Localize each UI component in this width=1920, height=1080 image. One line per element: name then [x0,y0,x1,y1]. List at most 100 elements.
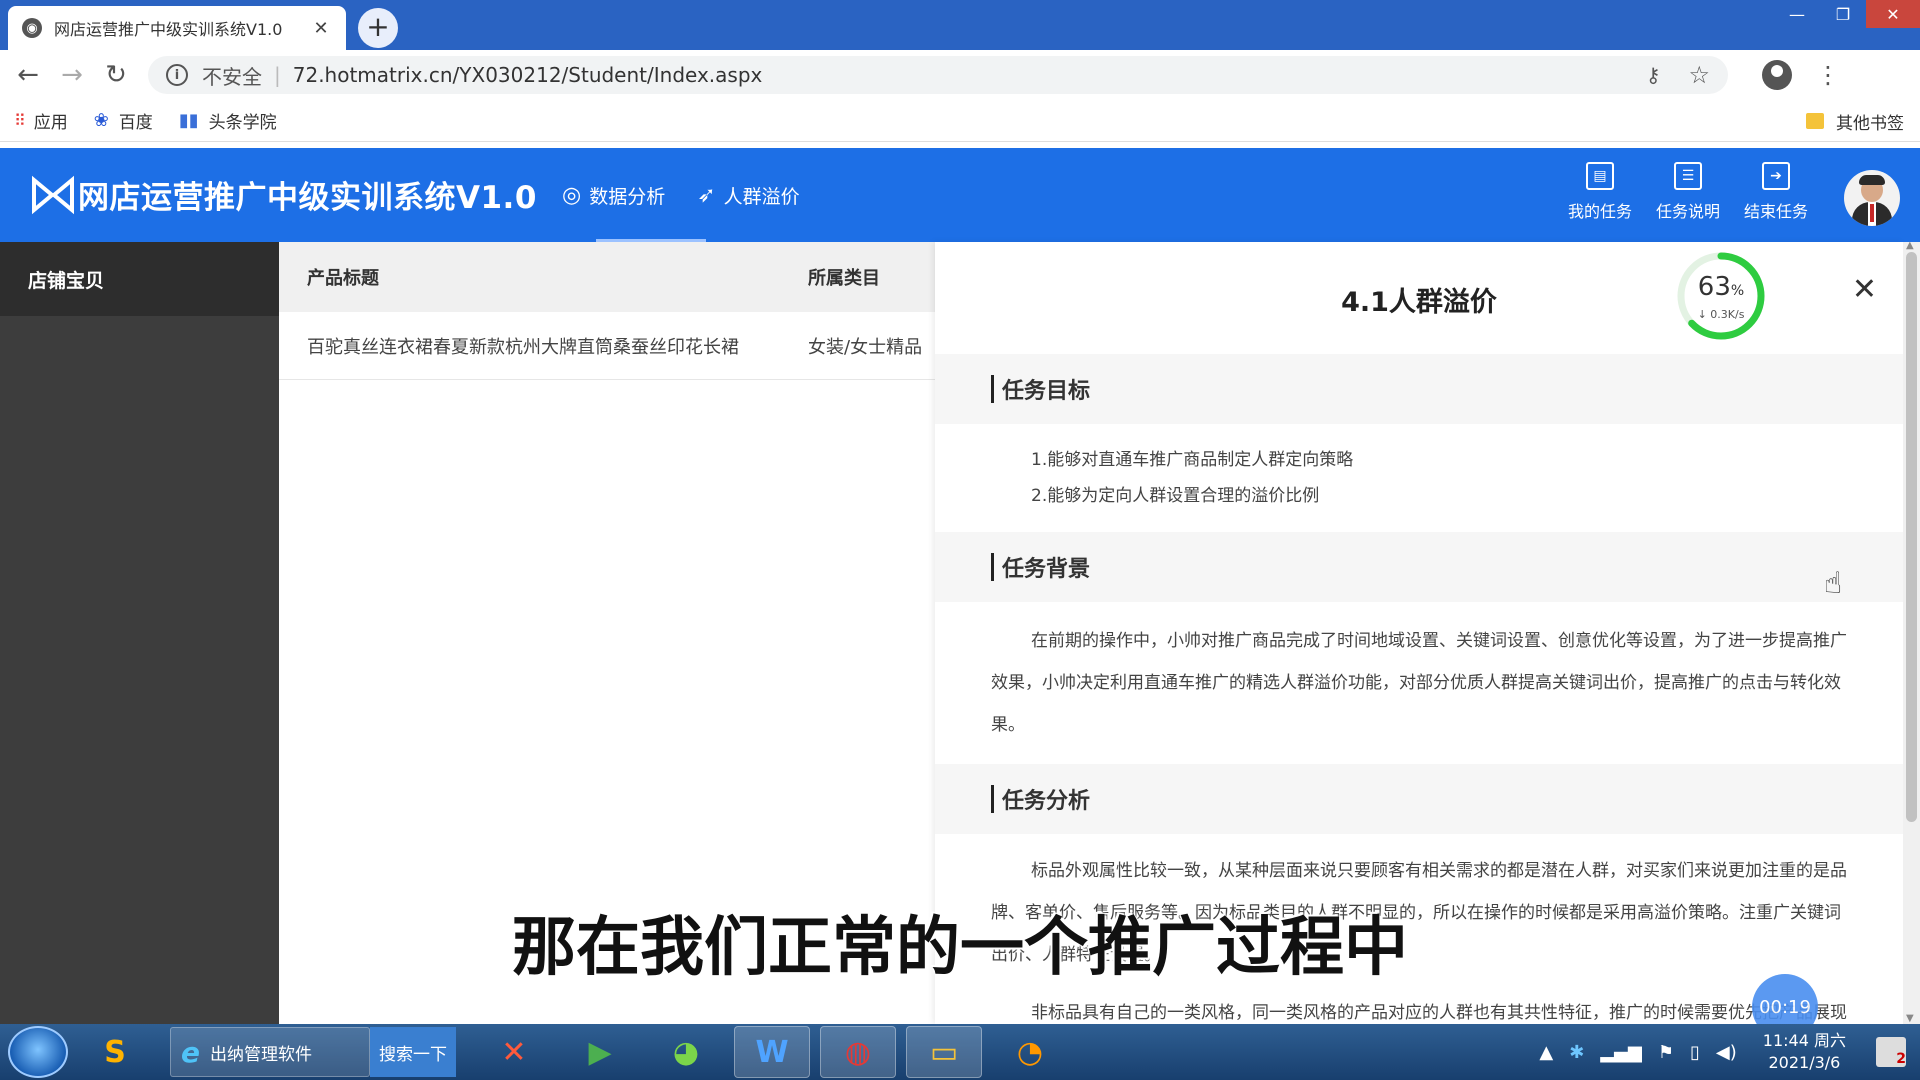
wps-app-icon[interactable]: ✕ [476,1026,552,1078]
nav-label: 人群溢价 [723,185,800,208]
bookmark-star-icon[interactable]: ☆ [1688,61,1710,89]
user-avatar[interactable] [1844,170,1900,226]
exit-icon: ➔ [1762,162,1790,190]
column-header-title: 产品标题 [307,268,379,289]
taskbar-ie-label: 出纳管理软件 [210,1044,312,1065]
minimize-icon[interactable]: — [1774,0,1820,28]
bookmark-label: 百度 [118,113,153,133]
progress-ring: 63% ↓ 0.3K/s [1675,250,1767,342]
network-speed: ↓ 0.3K/s [1697,308,1745,321]
scrollbar-thumb[interactable] [1906,252,1917,822]
other-bookmarks[interactable]: 其他书签 [1806,100,1904,142]
sogou-app-icon[interactable]: S [80,1026,150,1078]
taskbar-search-button[interactable]: 搜索一下 [370,1027,456,1077]
taskbar-apps: ✕ ▶ ◕ W ◍ ▭ ◔ [476,1026,1078,1078]
panel-close-icon[interactable]: ✕ [1852,272,1877,307]
header-actions: ▤ 我的任务 ☰ 任务说明 ➔ 结束任务 [1556,162,1820,222]
menu-kebab-icon[interactable]: ⋮ [1816,61,1840,89]
section-heading-label: 任务背景 [1002,557,1091,582]
back-icon[interactable]: ← [6,60,50,90]
sidebar-item-store-products[interactable]: 店铺宝贝 [0,242,279,316]
info-icon[interactable]: i [166,64,188,86]
bookmark-label: 头条学院 [208,113,277,133]
nav-data-analysis[interactable]: ◎ 数据分析 [546,148,707,242]
omnibox[interactable]: i 不安全 | 72.hotmatrix.cn/YX030212/Student… [148,56,1728,94]
wechat-icon[interactable]: ◕ [648,1026,724,1078]
bookmark-apps[interactable]: ⠿ 应用 [14,108,68,133]
account-icon[interactable] [1762,60,1792,90]
bookmark-baidu[interactable]: ❀ 百度 [94,108,153,133]
toutiao-bars-icon: ▮▮ [178,110,199,131]
section-heading-background: 任务背景 [935,532,1903,602]
action-center-flag-icon[interactable]: ⚑ [1658,1042,1674,1063]
battery-icon[interactable]: ▯ [1690,1042,1700,1063]
new-tab-button[interactable]: + [358,8,398,48]
scroll-down-icon[interactable]: ▼ [1906,1013,1914,1024]
clock-date: 2021/3/6 [1768,1053,1841,1072]
system-tray: ▲ ✱ ▂▄▆ ⚑ ▯ ◀) 11:44 周六 2021/3/6 2 [1539,1024,1920,1080]
browser-tab[interactable]: ◉ 网店运营推广中级实训系统V1.0 ✕ [8,6,346,50]
app-title: 网店运营推广中级实训系统V1.0 [78,180,537,216]
tray-expand-icon[interactable]: ▲ [1539,1042,1553,1063]
url-text[interactable]: 72.hotmatrix.cn/YX030212/Student/Index.a… [293,63,1630,87]
browser-tab-strip: ◉ 网店运营推广中级实训系统V1.0 ✕ + — ❐ ✕ [0,0,1920,50]
other-bookmarks-label: 其他书签 [1836,113,1904,134]
recorder-app-icon[interactable]: ◔ [992,1026,1068,1078]
section-heading-label: 任务目标 [1002,379,1091,404]
task-description-button[interactable]: ☰ 任务说明 [1644,162,1732,222]
taskbar-clock[interactable]: 11:44 周六 2021/3/6 [1763,1030,1846,1074]
taskbar-ie-item[interactable]: e 出纳管理软件 [170,1027,370,1077]
section-heading-label: 任务分析 [1002,789,1091,814]
hand-cursor-icon: ☝ [1824,566,1843,601]
bluetooth-icon[interactable]: ✱ [1569,1042,1584,1063]
goals-list: 1.能够对直通车推广商品制定人群定向策略 2.能够为定向人群设置合理的溢价比例 [935,424,1903,532]
taskbar: S e 出纳管理软件 搜索一下 ✕ ▶ ◕ W ◍ ▭ ◔ ▲ ✱ ▂▄▆ ⚑ … [0,1024,1920,1080]
video-subtitle: 那在我们正常的一个推广过程中 [512,911,1408,985]
bookmark-toutiao[interactable]: ▮▮ 头条学院 [179,108,277,133]
start-button[interactable] [8,1026,68,1078]
omnibox-separator: | [274,63,281,87]
notification-icon[interactable]: 2 [1876,1037,1906,1067]
logo-icon [32,175,74,214]
key-icon[interactable]: ⚷ [1646,63,1661,87]
checklist-icon: ☰ [1674,162,1702,190]
video-player-icon[interactable]: ▶ [562,1026,638,1078]
heading-bar [991,375,994,403]
app-logo[interactable]: 网店运营推广中级实训系统V1.0 [32,172,537,217]
table-header: 产品标题 所属类目 [279,242,935,312]
end-task-button[interactable]: ➔ 结束任务 [1732,162,1820,222]
file-explorer-icon[interactable]: ▭ [906,1026,982,1078]
scroll-up-icon[interactable]: ▲ [1906,240,1914,251]
my-tasks-button[interactable]: ▤ 我的任务 [1556,162,1644,222]
bookmark-label: 应用 [33,113,68,133]
nav-crowd-premium[interactable]: ➶ 人群溢价 [681,148,815,242]
bookmarks-bar: ⠿ 应用 ❀ 百度 ▮▮ 头条学院 其他书签 [0,100,1920,142]
reload-icon[interactable]: ↻ [94,60,138,90]
section-heading-goals: 任务目标 [935,354,1903,424]
apps-grid-icon: ⠿ [14,111,26,130]
chrome-icon[interactable]: ◍ [820,1026,896,1078]
action-label: 结束任务 [1743,202,1808,221]
wps-writer-icon[interactable]: W [734,1026,810,1078]
cell-product-title: 百驼真丝连衣裙春夏新款杭州大牌直筒桑蚕丝印花长裙 [307,336,739,358]
window-close-icon[interactable]: ✕ [1866,0,1920,28]
avatar-tie [1870,204,1874,222]
clock-time: 11:44 周六 [1762,1031,1846,1050]
volume-icon[interactable]: ◀) [1716,1042,1737,1063]
network-icon[interactable]: ▂▄▆ [1600,1042,1642,1063]
list-item: 2.能够为定向人群设置合理的溢价比例 [1031,486,1320,506]
avatar-hair [1859,175,1885,185]
top-nav: ◎ 数据分析 ➶ 人群溢价 [546,148,816,242]
cell-category: 女装/女士精品 [808,336,923,358]
progress-percent: 63% [1697,272,1745,302]
action-label: 任务说明 [1655,202,1720,221]
target-icon: ◎ [562,182,582,208]
table-row[interactable]: 百驼真丝连衣裙春夏新款杭州大牌直筒桑蚕丝印花长裙 女装/女士精品 [279,312,935,380]
background-paragraph: 在前期的操作中，小帅对推广商品完成了时间地域设置、关键词设置、创意优化等设置，为… [991,631,1847,735]
forward-icon[interactable]: → [50,60,94,90]
baidu-paw-icon: ❀ [93,110,109,131]
section-heading-analysis: 任务分析 [935,764,1903,834]
maximize-icon[interactable]: ❐ [1820,0,1866,28]
tab-title: 网店运营推广中级实训系统V1.0 [54,20,283,39]
close-tab-icon[interactable]: ✕ [310,18,332,39]
